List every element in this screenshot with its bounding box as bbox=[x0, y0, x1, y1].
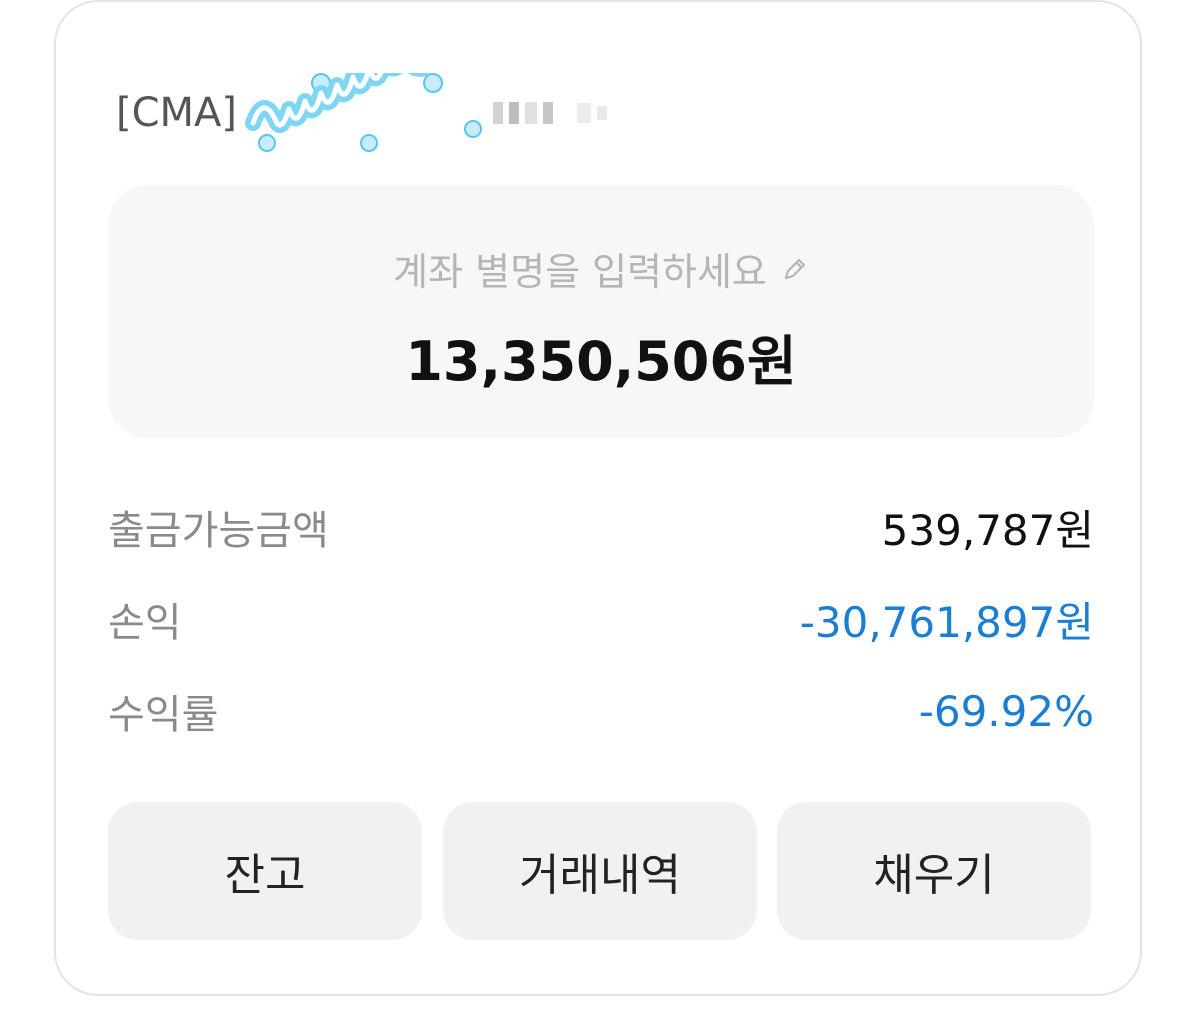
withdrawable-amount-row: 출금가능금액 539,787원 bbox=[108, 497, 1094, 557]
pencil-icon[interactable] bbox=[781, 255, 809, 283]
return-rate-label: 수익률 bbox=[108, 692, 219, 738]
masked-account-number bbox=[493, 102, 608, 124]
balance-button[interactable]: 잔고 bbox=[108, 802, 422, 940]
return-rate-row: 수익률 -69.92% bbox=[108, 681, 1094, 741]
account-card: [CMA] 계좌 별명을 입력하세요 13,350,506원 출금가능금액 53… bbox=[54, 0, 1142, 996]
profit-loss-label: 손익 bbox=[108, 600, 182, 646]
account-type-label: [CMA] bbox=[116, 90, 238, 136]
deposit-button[interactable]: 채우기 bbox=[777, 802, 1091, 940]
profit-loss-value: -30,761,897원 bbox=[799, 597, 1094, 647]
withdrawable-amount-value: 539,787원 bbox=[881, 505, 1094, 555]
return-rate-value: -69.92% bbox=[918, 686, 1094, 736]
account-header: [CMA] bbox=[116, 73, 608, 152]
profit-loss-row: 손익 -30,761,897원 bbox=[108, 589, 1094, 649]
account-nickname-input[interactable]: 계좌 별명을 입력하세요 bbox=[108, 241, 1094, 296]
withdrawable-amount-label: 출금가능금액 bbox=[108, 508, 329, 554]
balance-summary-box: 계좌 별명을 입력하세요 13,350,506원 bbox=[108, 185, 1094, 438]
transaction-history-button[interactable]: 거래내역 bbox=[443, 802, 757, 940]
masked-account-name-sticker bbox=[243, 73, 493, 153]
total-balance: 13,350,506원 bbox=[405, 330, 797, 393]
nickname-placeholder: 계좌 별명을 입력하세요 bbox=[393, 250, 767, 294]
